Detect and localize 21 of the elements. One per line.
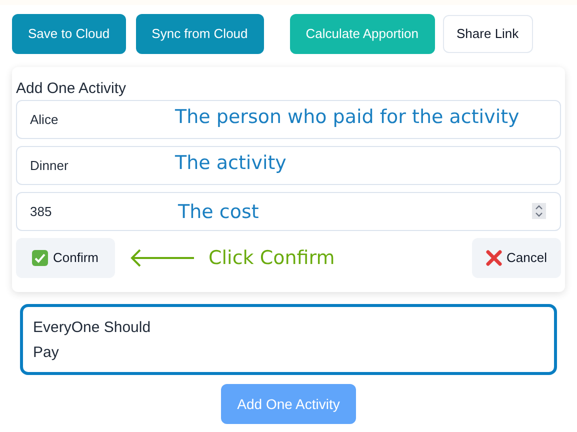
cancel-button[interactable]: Cancel <box>472 238 561 278</box>
field-value: Dinner <box>30 156 68 175</box>
field-value: 385 <box>30 202 52 221</box>
annotation-text: The person who paid for the activity <box>175 105 520 130</box>
toolbar-button[interactable]: Save to Cloud <box>12 14 126 54</box>
confirm-button[interactable]: Confirm <box>16 238 115 278</box>
input-field[interactable]: 385 The cost <box>16 192 561 231</box>
input-field[interactable]: Alice The person who paid for the activity <box>16 100 561 139</box>
input-field[interactable]: Dinner The activity <box>16 146 561 185</box>
result-text: EveryOne Should Pay <box>33 318 152 363</box>
annotation-text: The activity <box>175 151 286 176</box>
annotation-text: The cost <box>178 200 259 225</box>
spinner-icon <box>532 203 546 219</box>
close-icon <box>486 250 502 266</box>
field-value: Alice <box>30 110 58 129</box>
check-icon <box>32 250 48 266</box>
form-title: Add One Activity <box>16 80 128 98</box>
hint-text: Click Confirm <box>208 246 335 271</box>
arrow-icon <box>128 248 195 268</box>
toolbar-button[interactable]: Sync from Cloud <box>136 14 264 54</box>
toolbar-button[interactable]: Share Link <box>442 15 533 53</box>
